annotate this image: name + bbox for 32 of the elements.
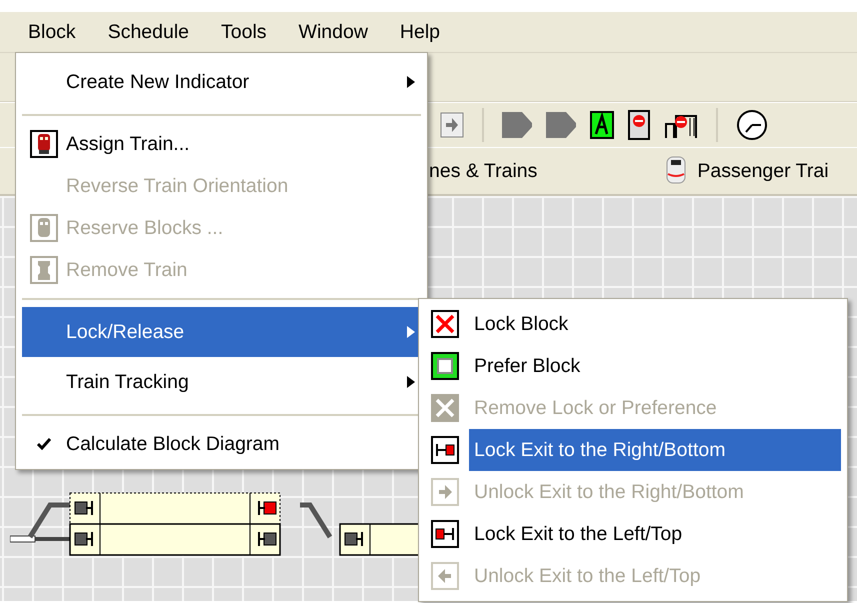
signal-icon[interactable]	[502, 112, 532, 138]
exit-icon	[431, 436, 459, 464]
cross-icon	[431, 394, 459, 422]
submenu-arrow-icon	[407, 376, 415, 388]
cross-icon	[431, 310, 459, 338]
menu-item[interactable]: Calculate Block Diagram	[66, 423, 421, 465]
menu-item[interactable]: Lock Exit to the Left/Top	[469, 513, 841, 555]
exit-icon	[431, 520, 459, 548]
menu-bar-item[interactable]: Window	[282, 20, 384, 44]
menu-item[interactable]: Assign Train...	[66, 123, 421, 165]
tab[interactable]: nes & Trains	[429, 160, 538, 182]
signal-icon[interactable]	[546, 112, 576, 138]
submenu-arrow-icon	[407, 76, 415, 88]
train-icon	[30, 130, 58, 158]
tab[interactable]: Passenger Trai	[697, 160, 829, 182]
train-icon	[30, 214, 58, 242]
menu-item[interactable]: Lock Exit to the Right/Bottom	[469, 429, 841, 471]
menu-bar-item[interactable]: Tools	[205, 20, 283, 44]
clock-icon[interactable]	[736, 109, 768, 141]
menu-item[interactable]: Prefer Block	[469, 345, 841, 387]
label-icon[interactable]	[590, 111, 614, 139]
menu-bar-item[interactable]: Help	[384, 20, 456, 44]
menu-bar-item[interactable]: Schedule	[92, 20, 206, 44]
menu-item[interactable]: Lock Block	[469, 303, 841, 345]
menu-bar-item[interactable]: Block	[12, 20, 92, 44]
block-icon	[30, 256, 58, 284]
train-icon[interactable]	[628, 110, 650, 140]
submenu-arrow-icon	[407, 326, 415, 338]
menu-item[interactable]: Create New Indicator	[66, 57, 421, 107]
train-icon	[665, 156, 688, 186]
square-icon	[431, 352, 459, 380]
menu-item[interactable]: Train Tracking	[66, 357, 421, 407]
